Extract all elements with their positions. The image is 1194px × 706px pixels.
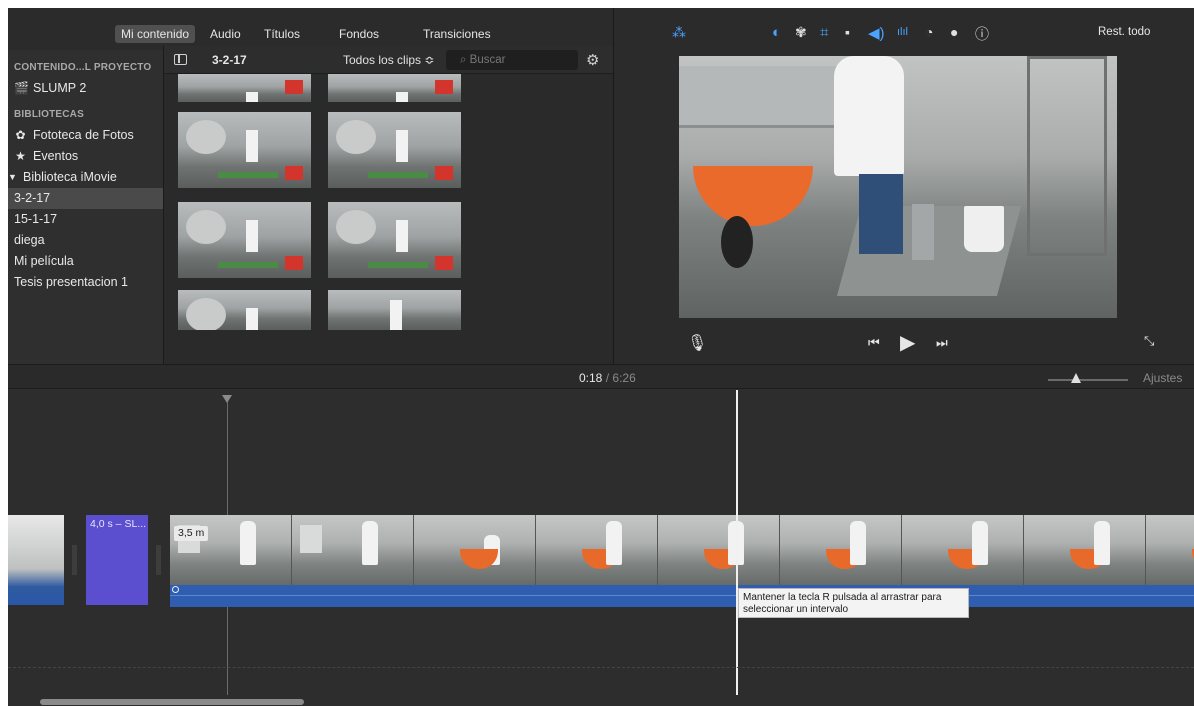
skip-back-icon[interactable]: ⏮ xyxy=(868,335,880,351)
play-icon[interactable]: ▶ xyxy=(900,330,915,355)
filmstrip-frame xyxy=(536,515,658,585)
audio-waveform[interactable] xyxy=(170,585,1194,607)
sidebar-item-event[interactable]: Tesis presentacion 1 xyxy=(8,272,163,293)
filmstrip-frame xyxy=(1146,515,1194,585)
sidebar-item-event[interactable]: 3-2-17 xyxy=(8,188,163,209)
adjustments-toolbar: ⁂ ◐ ✾ ⌗ ▪ ◀) ılıl ◔ ● ⓘ Rest. todo xyxy=(614,20,1194,46)
total-time: 6:26 xyxy=(612,371,636,385)
filmstrip-frame xyxy=(414,515,536,585)
sidebar-toggle-icon[interactable] xyxy=(174,54,187,65)
fullscreen-icon[interactable]: ⤡ xyxy=(1144,333,1154,349)
filmstrip-frame xyxy=(902,515,1024,585)
volume-icon[interactable]: ◀) xyxy=(868,24,885,42)
clip-thumbnail[interactable] xyxy=(328,74,461,102)
transition-marker[interactable] xyxy=(156,545,161,575)
playhead[interactable] xyxy=(736,390,738,695)
sidebar-item-photos-library[interactable]: ✿ Fototeca de Fotos xyxy=(8,125,163,146)
sidebar-item-event[interactable]: 15-1-17 xyxy=(8,209,163,230)
filmstrip-frame xyxy=(1024,515,1146,585)
sidebar-item-label: SLUMP 2 xyxy=(33,81,87,95)
timeline[interactable]: 0:18 / 6:26 Ajustes 4,0 s – SL... 3,5 m … xyxy=(8,364,1194,706)
title-clip[interactable]: 4,0 s – SL... xyxy=(86,515,148,605)
clip-thumbnail[interactable] xyxy=(178,202,311,278)
search-input[interactable]: ⌕ Buscar xyxy=(446,50,578,70)
timecode: 0:18 / 6:26 xyxy=(579,371,636,385)
search-icon: ⌕ xyxy=(460,54,467,66)
clip-thumbnail[interactable] xyxy=(178,290,311,330)
video-preview[interactable] xyxy=(679,56,1117,318)
timeline-header: 0:18 / 6:26 Ajustes xyxy=(8,365,1194,389)
tooltip: Mantener la tecla R pulsada al arrastrar… xyxy=(738,588,969,618)
clip-thumbnail[interactable] xyxy=(178,74,311,102)
event-title: 3-2-17 xyxy=(212,53,247,67)
clip-duration-badge: 3,5 m xyxy=(174,526,209,541)
clip-thumbnail[interactable] xyxy=(178,112,311,188)
sidebar-item-label: Biblioteca iMovie xyxy=(23,170,117,184)
clip-browser: 3-2-17 Todos los clips ≎ ⌕ Buscar ⚙ xyxy=(163,46,614,364)
sidebar-item-imovie-library[interactable]: ▼ Biblioteca iMovie xyxy=(8,167,163,188)
color-palette-icon[interactable]: ✾ xyxy=(795,24,807,41)
zoom-slider-track[interactable] xyxy=(1048,379,1128,381)
sidebar-item-events[interactable]: ★ Eventos xyxy=(8,146,163,167)
skimmer-handle[interactable] xyxy=(222,395,232,403)
filter-icon[interactable]: ● xyxy=(950,24,958,40)
star-icon: ★ xyxy=(15,149,26,163)
timeline-clip[interactable] xyxy=(8,515,64,605)
imovie-window: Mi contenido Audio Títulos Fondos Transi… xyxy=(8,8,1194,706)
clip-thumbnail[interactable] xyxy=(328,290,461,330)
tab-fondos[interactable]: Fondos xyxy=(333,25,385,43)
browser-header: 3-2-17 Todos los clips ≎ ⌕ Buscar ⚙ xyxy=(164,46,614,74)
magic-wand-icon[interactable]: ⁂ xyxy=(672,24,686,41)
settings-button[interactable]: Ajustes xyxy=(1143,371,1182,385)
gear-icon[interactable]: ⚙ xyxy=(586,51,599,69)
title-clip-label: 4,0 s – SL... xyxy=(90,518,147,530)
info-icon[interactable]: ⓘ xyxy=(975,24,989,44)
sidebar-item-project[interactable]: 🎬 SLUMP 2 xyxy=(8,78,163,99)
reset-all-button[interactable]: Rest. todo xyxy=(1098,26,1150,38)
zoom-slider-knob[interactable] xyxy=(1071,373,1081,383)
disclosure-triangle-icon[interactable]: ▼ xyxy=(8,167,17,188)
filmstrip-frame xyxy=(780,515,902,585)
color-balance-icon[interactable]: ◐ xyxy=(772,24,781,41)
filmstrip-frame xyxy=(292,515,414,585)
project-content-header: CONTENIDO...L PROYECTO xyxy=(14,62,152,73)
clapperboard-icon: 🎬 xyxy=(14,81,29,95)
microphone-icon[interactable]: 🎙 xyxy=(687,333,707,353)
tab-titulos[interactable]: Títulos xyxy=(258,25,306,43)
filmstrip-frame xyxy=(658,515,780,585)
skip-forward-icon[interactable]: ⏭ xyxy=(936,335,948,351)
clip-thumbnail[interactable] xyxy=(328,112,461,188)
clip-filter-select[interactable]: Todos los clips ≎ xyxy=(343,53,434,67)
timeline-divider xyxy=(8,667,1194,668)
sidebar-item-event[interactable]: diega xyxy=(8,230,163,251)
speed-icon[interactable]: ◔ xyxy=(925,24,933,40)
tab-mi-contenido[interactable]: Mi contenido xyxy=(115,25,196,43)
content-tabs-bar: Mi contenido Audio Títulos Fondos Transi… xyxy=(8,20,613,46)
current-time: 0:18 xyxy=(579,371,603,385)
audio-keyframe-icon[interactable] xyxy=(172,586,179,593)
search-placeholder: Buscar xyxy=(469,54,506,66)
sidebar-item-label: Fototeca de Fotos xyxy=(33,128,134,142)
tab-audio[interactable]: Audio xyxy=(204,25,247,43)
equalizer-icon[interactable]: ılıl xyxy=(897,26,908,38)
time-separator: / xyxy=(605,371,610,385)
photos-icon: ✿ xyxy=(15,128,26,142)
video-clip-filmstrip[interactable] xyxy=(170,515,1194,585)
libraries-header: BIBLIOTECAS xyxy=(14,109,84,120)
viewer-panel: ⁂ ◐ ✾ ⌗ ▪ ◀) ılıl ◔ ● ⓘ Rest. todo 🎙 ⏮ ▶ xyxy=(613,8,1194,364)
horizontal-scrollbar[interactable] xyxy=(40,699,304,705)
crop-icon[interactable]: ⌗ xyxy=(820,24,828,41)
sidebar-item-label: Eventos xyxy=(33,149,79,163)
tab-transiciones[interactable]: Transiciones xyxy=(417,25,497,43)
libraries-sidebar: CONTENIDO...L PROYECTO 🎬 SLUMP 2 BIBLIOT… xyxy=(8,50,163,364)
clip-thumbnail[interactable] xyxy=(328,202,461,278)
stabilization-icon[interactable]: ▪ xyxy=(845,24,850,40)
sidebar-item-event[interactable]: Mi película xyxy=(8,251,163,272)
transition-marker[interactable] xyxy=(72,545,77,575)
